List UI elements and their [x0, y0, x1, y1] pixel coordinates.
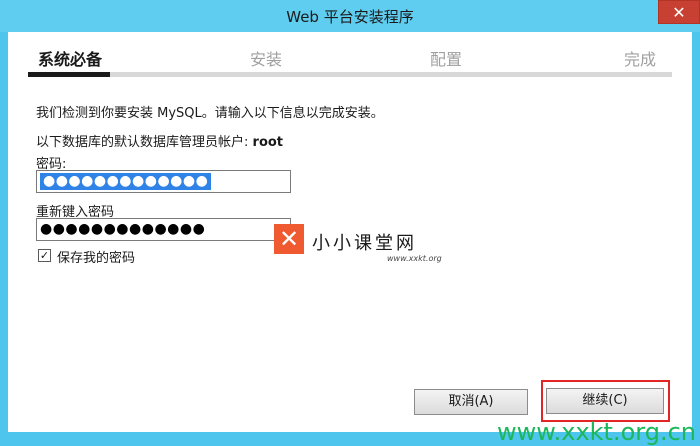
save-password-label: 保存我的密码 [57, 251, 136, 266]
save-password-checkbox[interactable]: ✓ [38, 249, 51, 262]
confirm-password-input[interactable]: ●●●●●●●●●●●●● [36, 218, 291, 241]
watermark-site: www.xxkt.org [387, 254, 442, 263]
main-content: 我们检测到你要安装 MySQL。请输入以下信息以完成安装。 以下数据库的默认数据… [8, 32, 692, 432]
cancel-button[interactable]: 取消(A) [414, 389, 528, 415]
password-value: ●●●●●●●●●●●●● [40, 173, 212, 190]
watermark-text: 小小课堂网 [312, 233, 417, 254]
title-bar: Web 平台安装程序 ✕ [0, 0, 700, 32]
admin-account-label: 以下数据库的默认数据库管理员帐户: [36, 135, 249, 150]
check-icon: ✓ [39, 249, 50, 262]
close-icon: ✕ [672, 3, 686, 22]
window-title: Web 平台安装程序 [286, 8, 414, 26]
continue-button[interactable]: 继续(C) [546, 388, 664, 414]
watermark-logo-glyph: ✕ [278, 225, 300, 253]
admin-account-user: root [252, 135, 284, 150]
confirm-password-value: ●●●●●●●●●●●●● [40, 221, 206, 237]
footer-watermark: www.xxkt.org.cn [496, 418, 696, 446]
watermark-logo-icon: ✕ [274, 224, 304, 254]
password-input[interactable]: ●●●●●●●●●●●●● [36, 170, 291, 193]
installer-frame: 系统必备 安装 配置 完成 我们检测到你要安装 MySQL。请输入以下信息以完成… [8, 32, 692, 432]
admin-account-line: 以下数据库的默认数据库管理员帐户: root [36, 131, 283, 150]
intro-text: 我们检测到你要安装 MySQL。请输入以下信息以完成安装。 [36, 106, 384, 121]
close-button[interactable]: ✕ [658, 0, 700, 24]
